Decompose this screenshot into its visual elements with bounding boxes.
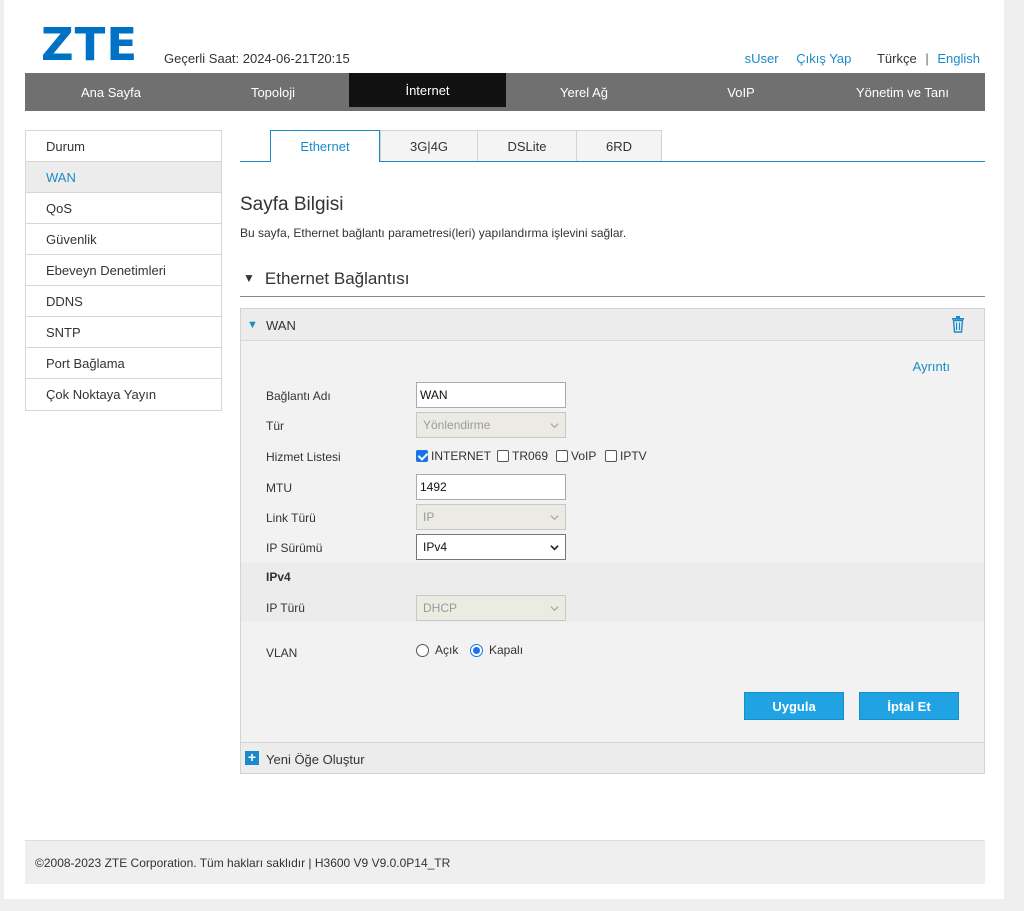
sidebar-item-sntp[interactable]: SNTP (26, 317, 221, 348)
ethernet-connection-title: Ethernet Bağlantısı (264, 269, 410, 288)
expand-caret-icon: ▼ (247, 319, 258, 331)
nav-item-internet[interactable]: İnternet (349, 73, 506, 107)
sidebar-item-port-binding[interactable]: Port Bağlama (26, 348, 221, 379)
checkbox-icon (497, 450, 509, 462)
wan-panel: ▼ WAN Ayrıntı Bağlantı Adı Tür Yönlendir… (240, 308, 985, 774)
lang-separator: | (925, 51, 929, 66)
cancel-button[interactable]: İptal Et (859, 692, 959, 720)
type-select-value: Yönlendirme (423, 418, 491, 432)
conn-name-label: Bağlantı Adı (266, 389, 331, 403)
checkbox-icon (605, 450, 617, 462)
link-type-select: IP (416, 504, 566, 530)
ip-type-label: IP Türü (266, 601, 305, 615)
wan-panel-title: WAN (266, 318, 296, 333)
wan-panel-header[interactable]: ▼ WAN (241, 309, 984, 341)
trash-icon[interactable] (951, 316, 965, 333)
nav-item-local-network[interactable]: Yerel Ağ (506, 73, 662, 111)
service-list-label: Hizmet Listesi (266, 450, 341, 464)
current-time: Geçerli Saat: 2024-06-21T20:15 (164, 51, 350, 66)
nav-item-home[interactable]: Ana Sayfa (25, 73, 197, 111)
link-type-select-value: IP (423, 510, 435, 524)
vlan-off-label: Kapalı (489, 643, 524, 657)
ipv4-section (241, 562, 984, 622)
chevron-down-icon (550, 515, 559, 521)
link-type-label: Link Türü (266, 511, 316, 525)
collapse-triangle-icon: ▼ (243, 271, 255, 285)
apply-button[interactable]: Uygula (744, 692, 844, 720)
nav-item-topology[interactable]: Topoloji (197, 73, 349, 111)
chevron-down-icon (550, 606, 559, 612)
ip-type-select: DHCP (416, 595, 566, 621)
vlan-on-label: Açık (435, 643, 459, 657)
plus-icon: + (245, 750, 259, 765)
detail-link[interactable]: Ayrıntı (913, 359, 950, 374)
sidebar: Durum WAN QoS Güvenlik Ebeveyn Denetimle… (25, 130, 222, 411)
ip-version-select[interactable]: IPv4 (416, 534, 566, 560)
main-nav: Ana Sayfa Topoloji İnternet Yerel Ağ VoI… (25, 73, 985, 111)
chevron-down-icon (550, 423, 559, 429)
conn-name-input[interactable] (416, 382, 566, 408)
radio-icon (416, 643, 429, 657)
new-item-label: Yeni Öğe Oluştur (266, 752, 365, 767)
service-voip-label: VoIP (571, 449, 597, 463)
service-internet-checkbox[interactable]: INTERNET (416, 449, 491, 463)
footer: ©2008-2023 ZTE Corporation. Tüm hakları … (25, 840, 985, 884)
ip-type-select-value: DHCP (423, 601, 458, 615)
mtu-input[interactable] (416, 474, 566, 500)
service-tr069-label: TR069 (512, 449, 549, 463)
sidebar-item-wan[interactable]: WAN (26, 162, 221, 193)
logout-link[interactable]: Çıkış Yap (796, 51, 851, 66)
checkbox-icon (556, 450, 568, 462)
ipv4-title: IPv4 (266, 570, 291, 584)
service-voip-checkbox[interactable]: VoIP (556, 449, 596, 463)
radio-selected-icon (470, 643, 483, 657)
tab-6rd[interactable]: 6RD (576, 130, 662, 161)
mtu-label: MTU (266, 481, 292, 495)
chevron-down-icon (550, 545, 559, 551)
page: ZTE Geçerli Saat: 2024-06-21T20:15 sUser… (4, 0, 1004, 899)
tab-3g4g[interactable]: 3G|4G (380, 130, 478, 161)
service-internet-label: INTERNET (431, 449, 491, 463)
type-select: Yönlendirme (416, 412, 566, 438)
new-item-row[interactable]: + Yeni Öğe Oluştur (241, 742, 984, 773)
user-link[interactable]: sUser (745, 51, 779, 66)
sidebar-item-multicast[interactable]: Çok Noktaya Yayın (26, 379, 221, 410)
nav-item-voip[interactable]: VoIP (662, 73, 820, 111)
tab-ethernet[interactable]: Ethernet (270, 130, 380, 162)
tab-bar: Ethernet 3G|4G DSLite 6RD (240, 130, 985, 162)
ip-version-select-value: IPv4 (423, 540, 448, 554)
type-label: Tür (266, 419, 284, 433)
page-description: Bu sayfa, Ethernet bağlantı parametresi(… (240, 226, 627, 240)
tab-dslite[interactable]: DSLite (477, 130, 577, 161)
service-tr069-checkbox[interactable]: TR069 (497, 449, 548, 463)
sidebar-item-qos[interactable]: QoS (26, 193, 221, 224)
sidebar-item-status[interactable]: Durum (26, 131, 221, 162)
service-iptv-label: IPTV (620, 449, 647, 463)
checkbox-checked-icon (416, 450, 428, 462)
ethernet-connection-header[interactable]: ▼ Ethernet Bağlantısı (240, 269, 985, 297)
lang-current: Türkçe (876, 51, 917, 66)
lang-english-link[interactable]: English (937, 51, 980, 66)
sidebar-item-parental-controls[interactable]: Ebeveyn Denetimleri (26, 255, 221, 286)
ip-version-label: IP Sürümü (266, 541, 323, 555)
vlan-on-radio[interactable]: Açık (416, 643, 458, 657)
vlan-label: VLAN (266, 646, 298, 660)
nav-item-management[interactable]: Yönetim ve Tanı (820, 73, 985, 111)
sidebar-item-security[interactable]: Güvenlik (26, 224, 221, 255)
page-title: Sayfa Bilgisi (240, 194, 344, 215)
zte-logo: ZTE (41, 18, 139, 71)
top-links: sUser Çıkış Yap Türkçe | English (737, 51, 980, 66)
service-iptv-checkbox[interactable]: IPTV (605, 449, 647, 463)
sidebar-item-ddns[interactable]: DDNS (26, 286, 221, 317)
vlan-off-radio[interactable]: Kapalı (470, 643, 523, 657)
